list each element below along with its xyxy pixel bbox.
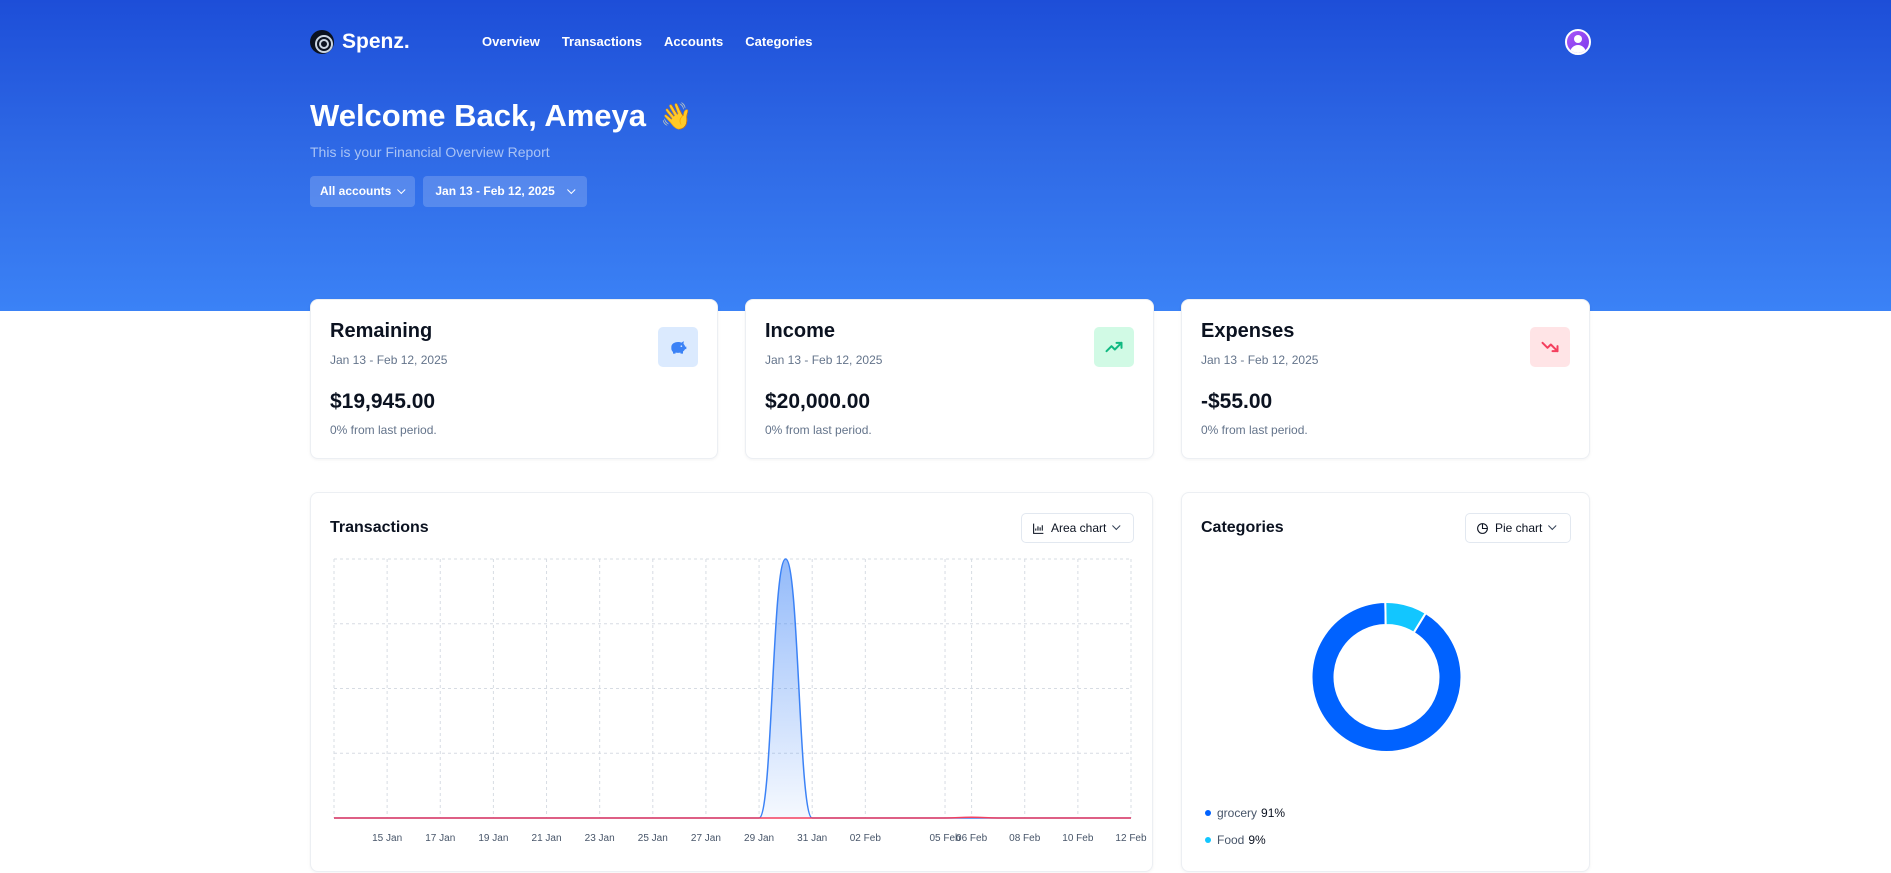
logo-icon [310,30,334,54]
stat-title: Remaining [330,320,433,342]
x-tick-label: 27 Jan [691,833,721,844]
x-tick-label: 15 Jan [372,833,402,844]
nav-transactions[interactable]: Transactions [551,28,653,56]
wave-emoji: 👋 [660,100,693,131]
transactions-area-chart: 15 Jan 17 Jan 19 Jan 21 Jan 23 Jan 25 Jan 27 J… [333,558,1147,844]
chart-grid [333,558,1132,819]
welcome-text: Welcome Back, Ameya [310,98,647,133]
legend-dot [1205,837,1211,843]
expense-line [333,816,1131,819]
x-tick-label: 31 Jan [797,833,827,844]
legend-dot [1205,810,1211,816]
stat-card-income: Income Jan 13 - Feb 12, 2025 $20,000.00 … [745,299,1154,459]
x-tick-label: 19 Jan [478,833,508,844]
account-filter-label: All accounts [320,184,392,198]
welcome-heading: Welcome Back, Ameya 👋 [310,98,692,134]
stat-card-expenses: Expenses Jan 13 - Feb 12, 2025 -$55.00 0… [1181,299,1590,459]
nav-overview[interactable]: Overview [471,28,551,56]
stat-change: 0% from last period. [330,423,437,437]
x-tick-label: 02 Feb [850,833,882,844]
legend-percent: 91% [1261,806,1286,820]
stat-value: $19,945.00 [330,390,436,413]
x-tick-label: 10 Feb [1062,833,1094,844]
app-name: Spenz. [342,30,410,53]
stat-change: 0% from last period. [765,423,872,437]
stat-range: Jan 13 - Feb 12, 2025 [1201,353,1319,367]
x-tick-label: 29 Jan [744,833,774,844]
nav-links: Overview Transactions Accounts Categorie… [471,28,823,56]
categories-card: Categories Pie chart grocery 91% Food 9% [1181,492,1590,872]
piggy-bank-icon [658,327,698,367]
transactions-card: Transactions Area chart 15 Jan 17 Jan 19 J… [310,492,1153,872]
trending-down-icon [1530,327,1570,367]
date-filter-label: Jan 13 - Feb 12, 2025 [435,184,555,198]
stat-range: Jan 13 - Feb 12, 2025 [330,353,448,367]
top-nav: Spenz. Overview Transactions Accounts Ca… [310,28,812,56]
chevron-down-icon [397,185,406,194]
pie-chart-icon [1477,522,1488,534]
stat-value: -$55.00 [1201,390,1273,413]
x-tick-label: 06 Feb [956,833,988,844]
categories-title: Categories [1201,519,1284,536]
page-subtitle: This is your Financial Overview Report [310,144,550,160]
chart-type-label: Pie chart [1495,521,1543,535]
transactions-title: Transactions [330,519,429,536]
chevron-down-icon [1112,521,1121,531]
filter-bar: All accounts Jan 13 - Feb 12, 2025 [310,176,587,207]
x-tick-label: 08 Feb [1009,833,1041,844]
x-axis: 15 Jan 17 Jan 19 Jan 21 Jan 23 Jan 25 Jan 27 J… [372,833,1147,844]
stat-title: Expenses [1201,320,1295,342]
chart-type-select[interactable]: Area chart [1021,513,1134,543]
chart-type-label: Area chart [1051,521,1107,535]
categories-donut-chart [1310,600,1463,753]
stat-change: 0% from last period. [1201,423,1308,437]
legend-label: grocery [1217,806,1258,820]
app-logo[interactable]: Spenz. [310,30,410,54]
x-tick-label: 25 Jan [638,833,668,844]
x-tick-label: 12 Feb [1115,833,1147,844]
legend-label: Food [1217,833,1245,847]
area-chart-icon [1033,523,1044,534]
stat-value: $20,000.00 [765,390,871,413]
legend-item-food: Food 9% [1205,833,1266,847]
header-banner [0,0,1891,311]
nav-accounts[interactable]: Accounts [653,28,734,56]
trending-up-icon [1094,327,1134,367]
date-filter[interactable]: Jan 13 - Feb 12, 2025 [423,176,587,207]
account-filter[interactable]: All accounts [310,176,416,207]
x-tick-label: 17 Jan [425,833,455,844]
user-avatar[interactable] [1565,29,1591,55]
stat-range: Jan 13 - Feb 12, 2025 [765,353,883,367]
legend-percent: 9% [1248,833,1266,847]
chevron-down-icon [566,185,576,194]
stat-card-remaining: Remaining Jan 13 - Feb 12, 2025 $19,945.… [310,299,718,459]
chevron-down-icon [1548,521,1557,531]
stat-title: Income [765,320,836,342]
x-tick-label: 21 Jan [532,833,562,844]
nav-categories[interactable]: Categories [734,28,823,56]
x-tick-label: 23 Jan [585,833,615,844]
chart-type-select[interactable]: Pie chart [1465,513,1571,543]
legend-item-grocery: grocery 91% [1205,806,1285,820]
